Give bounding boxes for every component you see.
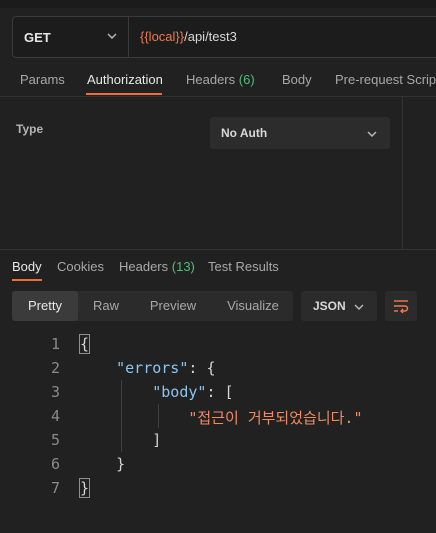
tab-headers-count: (6): [238, 72, 255, 87]
json-brace: {: [206, 359, 216, 377]
line-number: 2: [50, 359, 60, 377]
json-colon: :: [206, 383, 216, 401]
response-tabs: Body Cookies Headers (13) Test Results: [0, 252, 436, 282]
panel-divider: [402, 97, 403, 249]
view-raw[interactable]: Raw: [84, 291, 128, 321]
tab-response-headers[interactable]: Headers (13): [119, 259, 195, 274]
format-value: JSON: [313, 299, 346, 313]
wrap-lines-icon: [394, 300, 409, 314]
json-brace: }: [78, 478, 91, 498]
chevron-down-icon: [107, 33, 117, 39]
active-response-tab-indicator: [12, 279, 42, 281]
code-line: 3 "body": [: [0, 380, 436, 404]
format-select[interactable]: JSON: [301, 291, 377, 321]
method-select[interactable]: GET: [13, 17, 129, 57]
json-key: "errors": [116, 359, 189, 377]
tab-params[interactable]: Params: [20, 72, 65, 87]
line-number: 1: [50, 335, 60, 353]
json-brace: {: [78, 334, 91, 354]
view-preview[interactable]: Preview: [138, 291, 208, 321]
json-key: "body": [152, 383, 207, 401]
tab-test-results[interactable]: Test Results: [208, 259, 279, 274]
tab-response-headers-label: Headers: [119, 259, 169, 274]
auth-type-select[interactable]: No Auth: [210, 117, 390, 149]
tab-headers-label: Headers: [186, 72, 236, 87]
code-line: 7 }: [0, 476, 436, 500]
tab-headers[interactable]: Headers (6): [186, 72, 255, 87]
request-url-bar: GET {{local}}/api/test3: [12, 16, 436, 58]
json-colon: :: [188, 359, 198, 377]
line-number: 5: [50, 431, 60, 449]
tab-response-body[interactable]: Body: [12, 259, 42, 274]
url-variable: {{local}}: [140, 29, 185, 44]
view-pretty[interactable]: Pretty: [12, 291, 78, 321]
auth-type-value: No Auth: [221, 126, 268, 140]
auth-type-label: Type: [16, 122, 44, 136]
method-label: GET: [24, 29, 51, 45]
code-line: 2 "errors": {: [0, 356, 436, 380]
line-number: 7: [50, 479, 60, 497]
line-number: 6: [50, 455, 60, 473]
json-brace: }: [116, 455, 126, 473]
url-path: /api/test3: [184, 29, 237, 44]
line-number: 3: [50, 383, 60, 401]
active-tab-indicator: [86, 93, 162, 95]
json-bracket: ]: [152, 431, 162, 449]
response-divider[interactable]: [0, 249, 436, 250]
code-line: 1 {: [0, 332, 436, 356]
tab-body[interactable]: Body: [282, 72, 312, 87]
code-line: 5 ]: [0, 428, 436, 452]
json-string: "접근이 거부되었습니다.": [188, 409, 363, 427]
view-visualize[interactable]: Visualize: [218, 291, 288, 321]
code-line: 6 }: [0, 452, 436, 476]
code-line: 4 "접근이 거부되었습니다.": [0, 404, 436, 428]
tab-authorization[interactable]: Authorization: [87, 72, 163, 87]
window-top-strip: [0, 0, 436, 8]
request-tabs: Params Authorization Headers (6) Body Pr…: [0, 62, 436, 97]
chevron-down-icon: [367, 131, 377, 137]
wrap-lines-button[interactable]: [385, 291, 417, 321]
tab-cookies[interactable]: Cookies: [57, 259, 104, 274]
tab-pre-request-script[interactable]: Pre-request Script: [335, 72, 436, 87]
json-bracket: [: [224, 383, 234, 401]
line-number: 4: [50, 407, 60, 425]
url-input[interactable]: {{local}}/api/test3: [140, 29, 237, 44]
chevron-down-icon: [354, 304, 364, 310]
view-mode-switch: Pretty Raw Preview Visualize: [12, 291, 293, 321]
tab-response-headers-count: (13): [171, 259, 195, 274]
